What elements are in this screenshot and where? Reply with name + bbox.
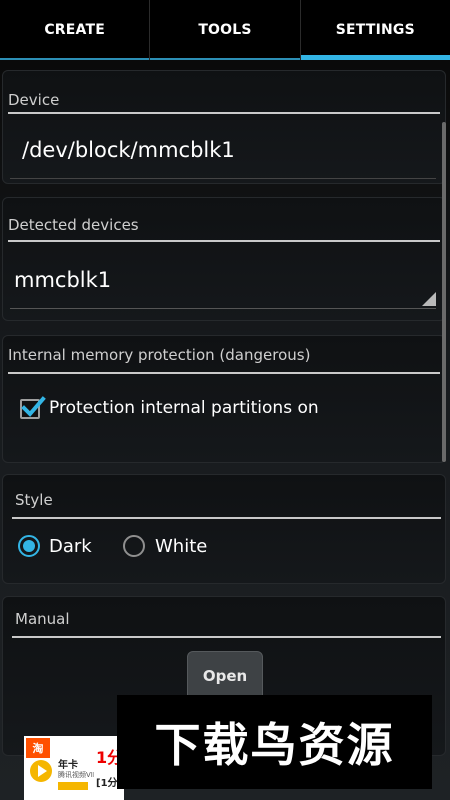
checkmark-icon — [21, 396, 46, 417]
spinner-underline — [10, 308, 436, 309]
tab-bar: CREATE TOOLS SETTINGS — [0, 0, 450, 60]
detected-devices-spinner[interactable]: mmcblk1 — [14, 268, 111, 292]
tab-settings-label: SETTINGS — [335, 22, 415, 38]
open-manual-button[interactable]: Open — [187, 651, 263, 701]
protection-checkbox[interactable] — [20, 396, 46, 419]
section-divider — [8, 372, 440, 374]
tab-create[interactable]: CREATE — [0, 0, 151, 60]
style-card — [2, 474, 446, 584]
tab-tools-label: TOOLS — [198, 22, 252, 38]
detected-section-title: Detected devices — [8, 216, 139, 234]
settings-content: Device /dev/block/mmcblk1 Detected devic… — [0, 60, 450, 800]
section-divider — [8, 240, 440, 242]
tab-tools[interactable]: TOOLS — [150, 0, 301, 60]
device-section-title: Device — [8, 91, 60, 109]
ad-subtitle: 腾讯视频VIP — [58, 771, 98, 779]
section-divider — [12, 636, 441, 638]
radio-white[interactable] — [123, 535, 145, 557]
taobao-logo-icon: 淘 — [26, 738, 50, 758]
dropdown-arrow-icon[interactable] — [422, 292, 436, 306]
radio-dark[interactable] — [18, 535, 40, 557]
section-divider — [8, 112, 440, 114]
scrollbar[interactable] — [442, 122, 446, 462]
device-card — [2, 70, 446, 184]
tab-create-label: CREATE — [44, 22, 105, 38]
tab-settings[interactable]: SETTINGS — [300, 0, 450, 60]
style-section-title: Style — [15, 491, 53, 509]
radio-white-label: White — [155, 536, 208, 557]
input-underline — [10, 178, 436, 179]
ad-title: 年卡 — [58, 760, 78, 771]
device-path-input[interactable]: /dev/block/mmcblk1 — [22, 138, 235, 162]
ad-tag — [58, 782, 88, 790]
section-divider — [12, 517, 441, 519]
ad-caption-text: [1分 — [96, 778, 118, 789]
manual-section-title: Manual — [15, 610, 70, 628]
play-icon — [30, 760, 52, 782]
protection-section-title: Internal memory protection (dangerous) — [8, 346, 311, 364]
protection-checkbox-label: Protection internal partitions on — [49, 398, 319, 418]
watermark-overlay: 下载鸟资源 — [117, 695, 432, 789]
radio-dark-label: Dark — [49, 536, 92, 557]
